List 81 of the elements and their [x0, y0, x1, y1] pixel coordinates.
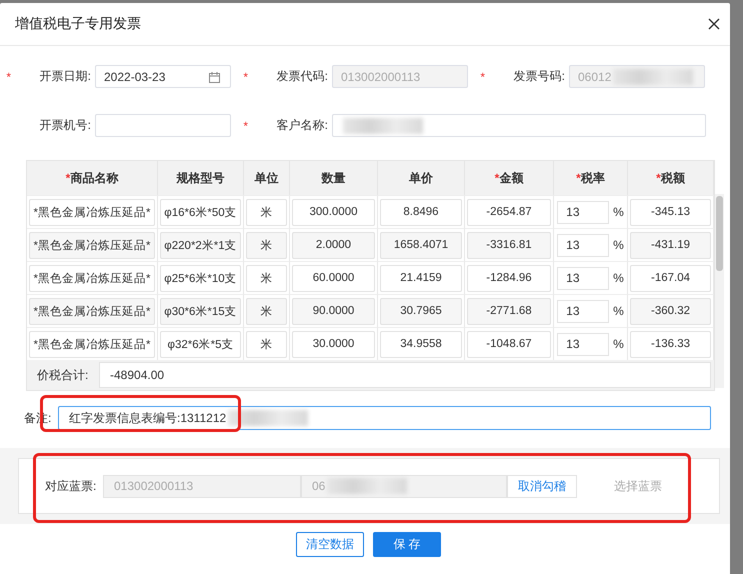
- field-label: 客户名称:: [276, 117, 329, 134]
- spec-cell[interactable]: φ30*6米*15支: [160, 298, 241, 324]
- column-header: 数量: [322, 170, 346, 186]
- required-mark: *: [494, 171, 500, 185]
- close-icon[interactable]: [708, 18, 720, 30]
- scrollbar[interactable]: [715, 194, 724, 388]
- tax-rate-field[interactable]: 13: [557, 300, 610, 322]
- required-mark: *: [479, 70, 485, 84]
- product-name-cell[interactable]: *黑色金属冶炼压延品*: [29, 198, 155, 226]
- percent-sign: %: [613, 271, 624, 285]
- required-mark: *: [242, 118, 248, 132]
- spec-cell[interactable]: φ16*6米*50支: [160, 198, 241, 226]
- percent-sign: %: [613, 205, 624, 219]
- tax-rate-field[interactable]: 13: [557, 200, 610, 224]
- field-label: 开票日期:: [38, 68, 92, 85]
- cancel-link-button[interactable]: 取消勾稽: [507, 474, 577, 498]
- quantity-cell[interactable]: 2.0000: [292, 232, 375, 258]
- tax-amount-cell[interactable]: -431.19: [630, 232, 711, 258]
- tax-amount-cell[interactable]: -167.04: [630, 264, 711, 292]
- spec-cell[interactable]: φ25*6米*10支: [160, 264, 241, 292]
- tax-amount-cell[interactable]: -360.32: [630, 298, 711, 324]
- column-header: 单位: [254, 170, 278, 186]
- note-field[interactable]: 红字发票信息表编号:1311212: [58, 406, 711, 430]
- tax-rate-field[interactable]: 13: [557, 266, 610, 290]
- input-field[interactable]: [95, 114, 231, 137]
- product-name-cell[interactable]: *黑色金属冶炼压延品*: [29, 298, 155, 324]
- amount-cell[interactable]: -3316.81: [467, 232, 551, 258]
- product-name-cell[interactable]: *黑色金属冶炼压延品*: [29, 264, 155, 292]
- required-mark: *: [576, 171, 581, 185]
- unit-cell[interactable]: 米: [246, 232, 287, 258]
- product-name-cell[interactable]: *黑色金属冶炼压延品*: [29, 232, 155, 258]
- unit-price-cell[interactable]: 30.7965: [380, 298, 462, 324]
- percent-sign: %: [613, 337, 624, 351]
- tax-rate-field[interactable]: 13: [557, 234, 610, 256]
- column-header: 商品名称: [70, 170, 118, 186]
- amount-cell[interactable]: -2654.87: [467, 198, 551, 226]
- unit-cell[interactable]: 米: [246, 264, 287, 292]
- clear-button[interactable]: 清空数据: [296, 532, 364, 557]
- amount-cell[interactable]: -1284.96: [467, 264, 551, 292]
- unit-cell[interactable]: 米: [246, 330, 287, 358]
- date-field[interactable]: 2022-03-23: [95, 65, 231, 88]
- percent-sign: %: [613, 304, 624, 318]
- column-header: 税率: [580, 170, 605, 186]
- tax-amount-cell[interactable]: -136.33: [630, 330, 711, 358]
- quantity-cell[interactable]: 90.0000: [292, 298, 375, 324]
- input-field[interactable]: [332, 114, 706, 137]
- product-name-cell[interactable]: *黑色金属冶炼压延品*: [29, 330, 155, 358]
- percent-sign: %: [613, 238, 624, 252]
- unit-price-cell[interactable]: 1658.4071: [380, 232, 462, 258]
- required-mark: *: [66, 171, 70, 185]
- calendar-icon[interactable]: [209, 72, 220, 83]
- field-label: 开票机号:: [38, 117, 92, 134]
- tax-rate-field[interactable]: 13: [557, 332, 610, 356]
- column-header: 金额: [499, 170, 524, 186]
- quantity-cell[interactable]: 60.0000: [292, 264, 375, 292]
- invoice-ref-label: 对应蓝票:: [45, 478, 98, 494]
- total-label: 价税合计:: [37, 366, 90, 384]
- unit-cell[interactable]: 米: [246, 198, 287, 226]
- spec-cell[interactable]: φ220*2米*1支: [160, 232, 241, 258]
- required-mark: *: [656, 171, 661, 185]
- unit-price-cell[interactable]: 34.9558: [380, 330, 462, 358]
- unit-price-cell[interactable]: 21.4159: [380, 264, 462, 292]
- unit-cell[interactable]: 米: [246, 298, 287, 324]
- quantity-cell[interactable]: 300.0000: [292, 198, 375, 226]
- required-mark: *: [242, 70, 248, 84]
- scrollbar-thumb[interactable]: [716, 196, 723, 271]
- total-field[interactable]: -48904.00: [99, 362, 711, 388]
- save-button[interactable]: 保 存: [373, 532, 441, 557]
- unit-price-cell[interactable]: 8.8496: [380, 198, 462, 226]
- required-mark: *: [5, 70, 11, 84]
- amount-cell[interactable]: -2771.68: [467, 298, 551, 324]
- quantity-cell[interactable]: 30.0000: [292, 330, 375, 358]
- column-header: 单价: [409, 170, 433, 186]
- field-label: 发票号码:: [512, 68, 566, 85]
- dialog-title: 增值税电子专用发票: [15, 15, 141, 33]
- spec-cell[interactable]: φ32*6米*5支: [160, 330, 241, 358]
- column-header: 规格型号: [176, 170, 224, 186]
- column-header: 税额: [660, 170, 685, 186]
- amount-cell[interactable]: -1048.67: [467, 330, 551, 358]
- tax-amount-cell[interactable]: -345.13: [630, 198, 711, 226]
- field-label: 发票代码:: [276, 68, 329, 85]
